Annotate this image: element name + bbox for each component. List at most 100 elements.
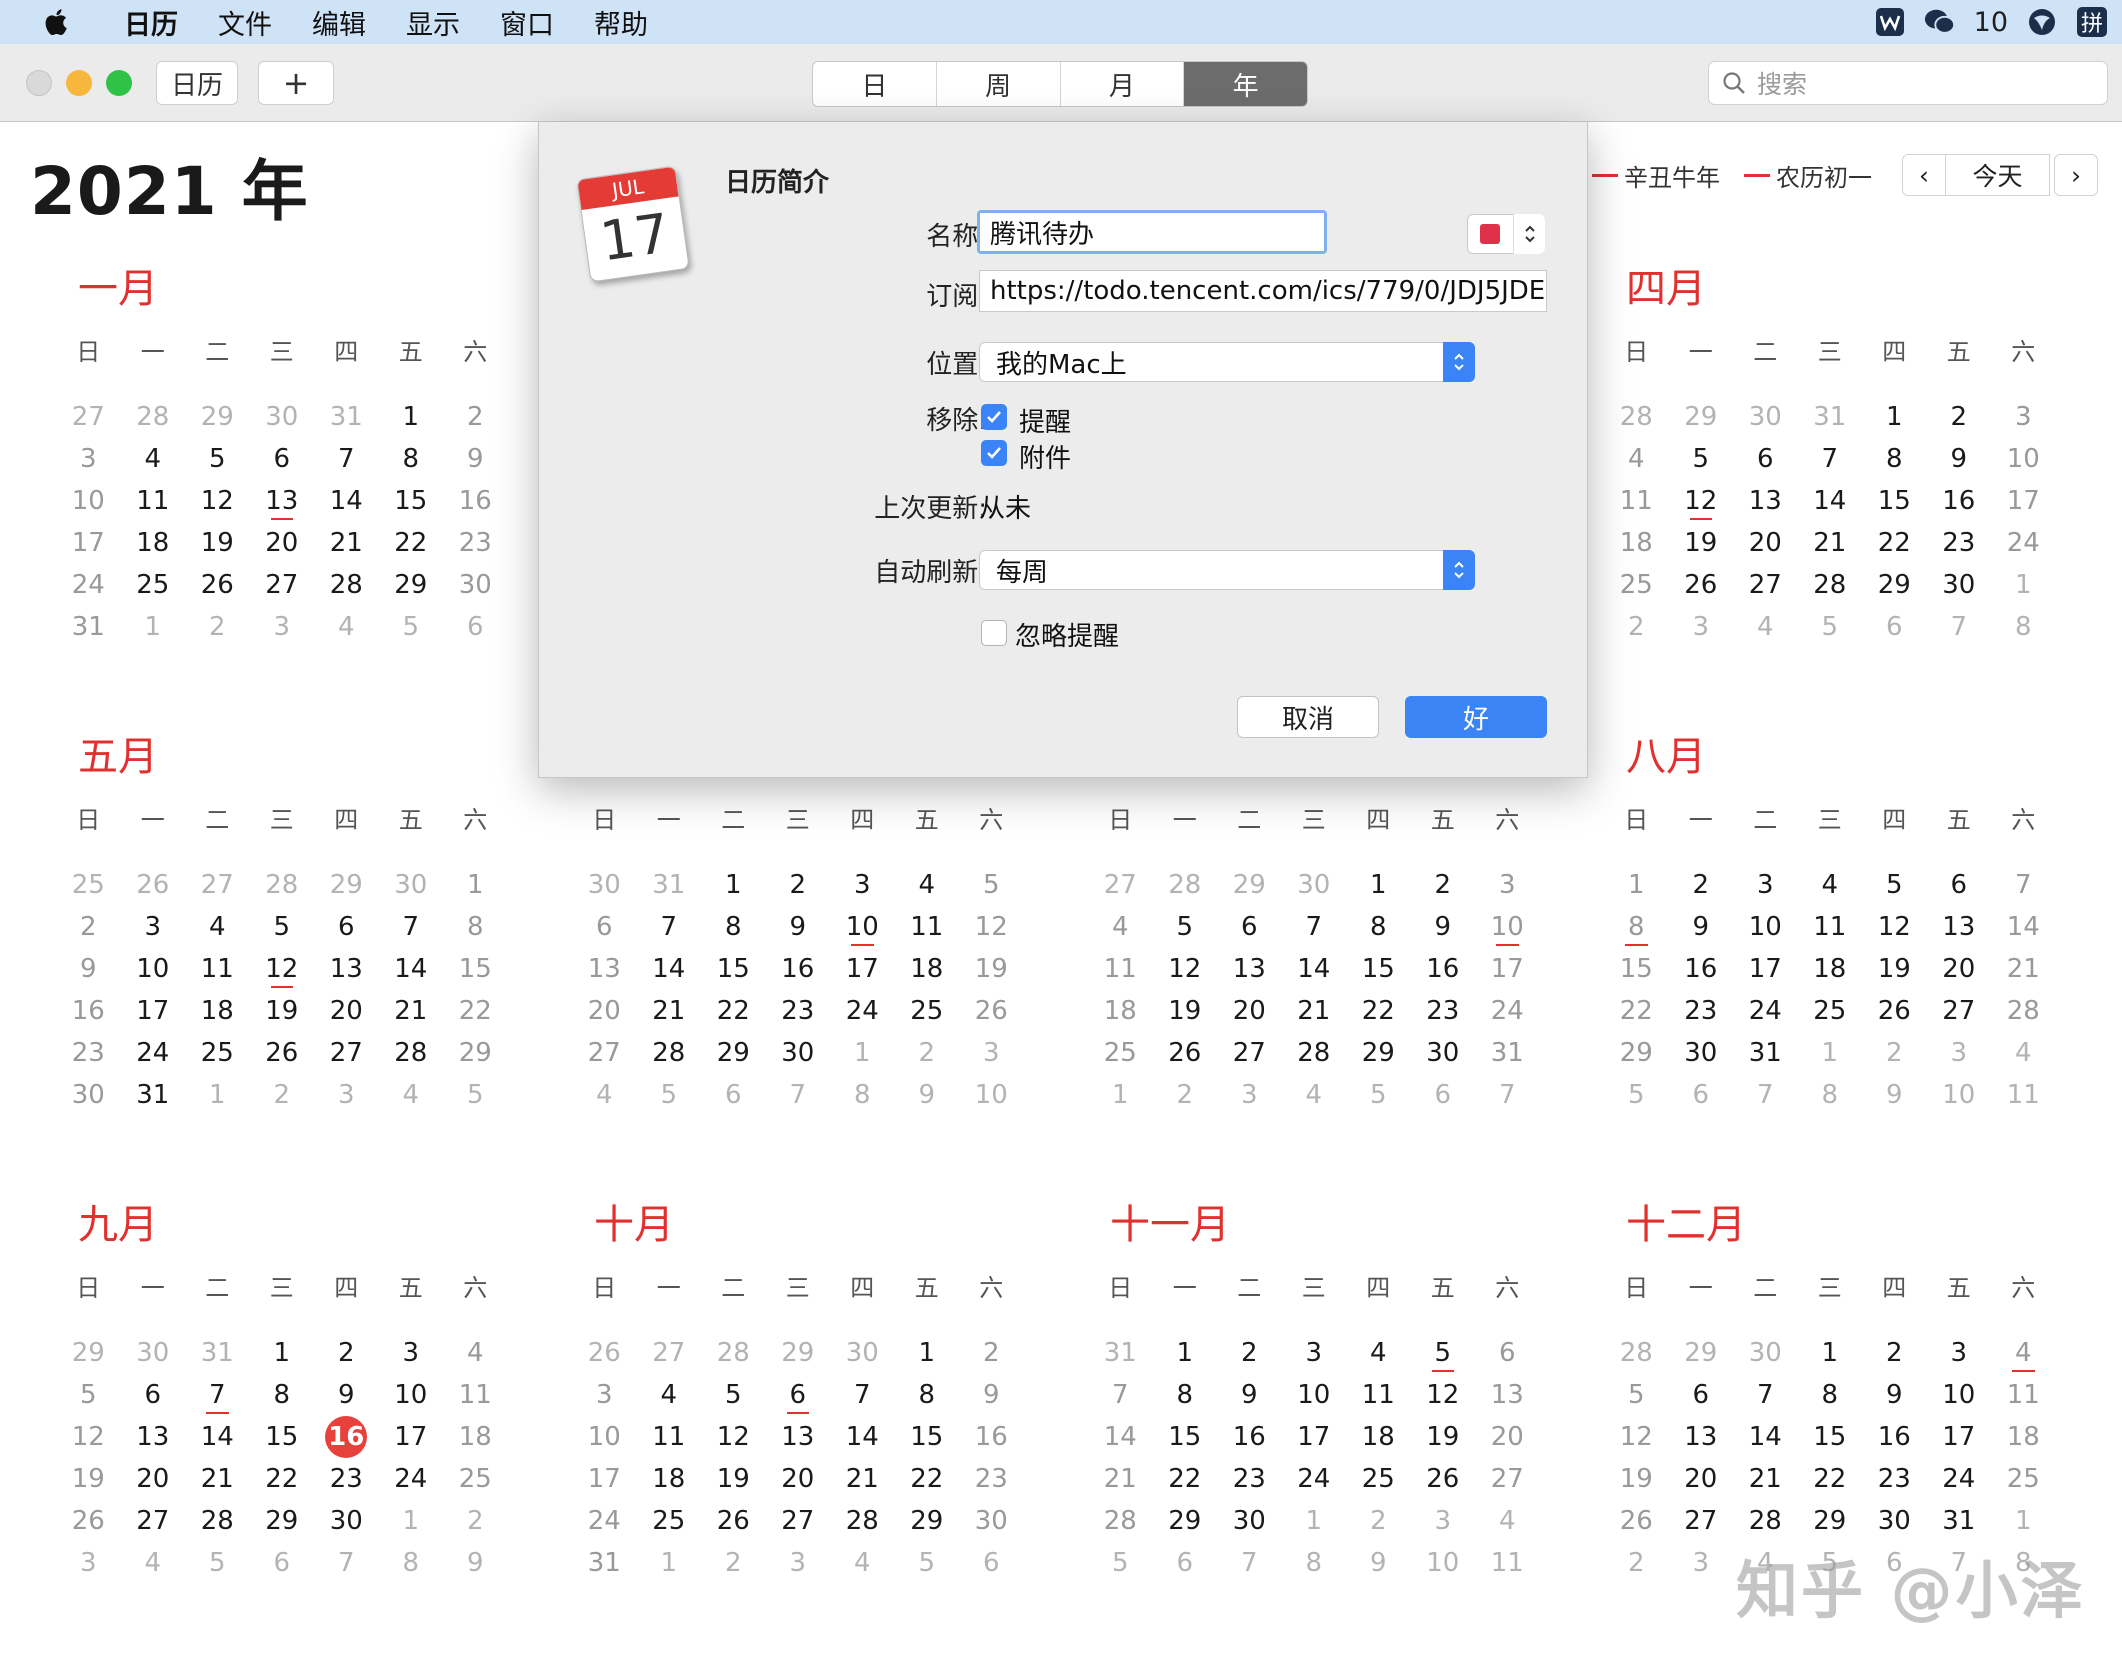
day-cell[interactable]: 4 [1604,438,1669,480]
day-cell[interactable]: 1 [379,396,444,438]
day-cell[interactable]: 16 [1862,1416,1927,1458]
day-cell[interactable]: 2 [1411,864,1476,906]
day-cell[interactable]: 14 [637,948,702,990]
day-cell[interactable]: 26 [1411,1458,1476,1500]
day-cell[interactable]: 3 [572,1374,637,1416]
remove-alerts-label[interactable]: 提醒 [1019,402,1071,439]
day-cell[interactable]: 11 [895,906,960,948]
day-cell[interactable]: 3 [1991,396,2056,438]
day-cell[interactable]: 29 [1217,864,1282,906]
day-cell[interactable]: 2 [56,906,121,948]
day-cell[interactable]: 31 [1927,1500,1992,1542]
day-cell[interactable]: 19 [185,522,250,564]
day-cell[interactable]: 12 [1862,906,1927,948]
day-cell[interactable]: 26 [121,864,186,906]
day-cell[interactable]: 3 [1411,1500,1476,1542]
today-button[interactable]: 今天 [1946,154,2050,196]
day-cell[interactable]: 31 [185,1332,250,1374]
day-cell[interactable]: 28 [379,1032,444,1074]
day-cell[interactable]: 3 [830,864,895,906]
day-cell[interactable]: 25 [1088,1032,1153,1074]
day-cell[interactable]: 14 [185,1416,250,1458]
day-cell[interactable]: 4 [637,1374,702,1416]
day-cell[interactable]: 21 [314,522,379,564]
day-cell[interactable]: 3 [121,906,186,948]
day-cell[interactable]: 10 [121,948,186,990]
day-cell[interactable]: 14 [1088,1416,1153,1458]
day-cell[interactable]: 30 [1669,1032,1734,1074]
day-cell[interactable]: 25 [1604,564,1669,606]
day-cell[interactable]: 26 [1669,564,1734,606]
day-cell[interactable]: 7 [185,1374,250,1416]
day-cell[interactable]: 18 [185,990,250,1032]
day-cell[interactable]: 7 [314,438,379,480]
day-cell[interactable]: 21 [637,990,702,1032]
day-cell[interactable]: 13 [1669,1416,1734,1458]
day-cell[interactable]: 25 [895,990,960,1032]
day-cell[interactable]: 10 [1927,1074,1992,1116]
day-cell[interactable]: 22 [250,1458,315,1500]
day-cell[interactable]: 13 [1733,480,1798,522]
day-cell[interactable]: 11 [637,1416,702,1458]
day-cell[interactable]: 15 [379,480,444,522]
day-cell[interactable]: 27 [250,564,315,606]
day-cell[interactable]: 17 [1927,1416,1992,1458]
day-cell[interactable]: 7 [1927,606,1992,648]
day-cell[interactable]: 13 [1475,1374,1540,1416]
day-cell[interactable]: 6 [1927,864,1992,906]
day-cell[interactable]: 7 [1217,1542,1282,1584]
day-cell[interactable]: 3 [959,1032,1024,1074]
day-cell[interactable]: 24 [830,990,895,1032]
day-cell[interactable]: 16 [1927,480,1992,522]
day-cell[interactable]: 13 [572,948,637,990]
day-cell[interactable]: 7 [379,906,444,948]
menu-help[interactable]: 帮助 [594,3,648,42]
day-cell[interactable]: 8 [1153,1374,1218,1416]
day-cell[interactable]: 4 [895,864,960,906]
day-cell[interactable]: 8 [830,1074,895,1116]
day-cell[interactable]: 26 [1862,990,1927,1032]
day-cell[interactable]: 23 [1927,522,1992,564]
day-cell[interactable]: 22 [895,1458,960,1500]
day-cell[interactable]: 9 [1862,1074,1927,1116]
day-cell[interactable]: 3 [250,606,315,648]
day-cell[interactable]: 4 [1798,864,1863,906]
day-cell[interactable]: 20 [766,1458,831,1500]
cancel-button[interactable]: 取消 [1237,696,1379,738]
day-cell[interactable]: 28 [121,396,186,438]
day-cell[interactable]: 29 [379,564,444,606]
day-cell[interactable]: 23 [1669,990,1734,1032]
day-cell[interactable]: 30 [1733,1332,1798,1374]
day-cell[interactable]: 18 [1346,1416,1411,1458]
day-cell[interactable]: 1 [1798,1332,1863,1374]
day-cell[interactable]: 31 [1088,1332,1153,1374]
day-cell[interactable]: 3 [56,438,121,480]
day-cell[interactable]: 30 [1733,396,1798,438]
day-cell[interactable]: 19 [250,990,315,1032]
day-cell[interactable]: 9 [1346,1542,1411,1584]
day-cell[interactable]: 8 [250,1374,315,1416]
day-cell[interactable]: 14 [1798,480,1863,522]
ignore-alerts-label[interactable]: 忽略提醒 [1015,616,1119,653]
day-cell[interactable]: 1 [1088,1074,1153,1116]
add-event-button[interactable]: + [258,61,334,105]
day-cell[interactable]: 11 [1604,480,1669,522]
day-cell[interactable]: 3 [1475,864,1540,906]
day-cell[interactable]: 28 [637,1032,702,1074]
ignore-alerts-checkbox[interactable] [981,620,1007,646]
day-cell[interactable]: 6 [701,1074,766,1116]
day-cell[interactable]: 12 [185,480,250,522]
day-cell[interactable]: 30 [1282,864,1347,906]
day-cell[interactable]: 28 [701,1332,766,1374]
day-cell[interactable]: 5 [1669,438,1734,480]
day-cell[interactable]: 25 [56,864,121,906]
tab-month[interactable]: 月 [1061,62,1185,106]
day-cell[interactable]: 2 [250,1074,315,1116]
day-cell[interactable]: 29 [1346,1032,1411,1074]
day-cell[interactable]: 25 [443,1458,508,1500]
day-cell[interactable]: 5 [1798,606,1863,648]
day-cell[interactable]: 12 [959,906,1024,948]
day-cell[interactable]: 20 [572,990,637,1032]
day-cell[interactable]: 25 [185,1032,250,1074]
day-cell[interactable]: 10 [1991,438,2056,480]
